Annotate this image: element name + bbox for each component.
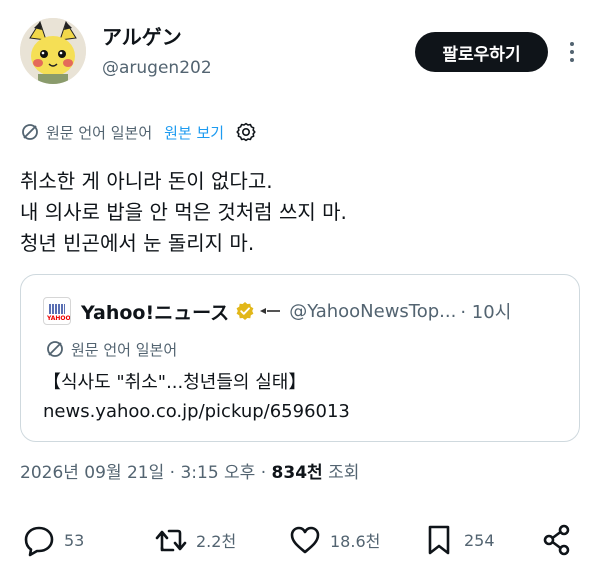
avatar[interactable] (20, 18, 86, 84)
action-bar: 53 2.2천 18.6천 254 (20, 520, 580, 560)
like-count: 18.6천 (330, 532, 381, 551)
affiliate-badge-icon (260, 308, 281, 314)
quote-link[interactable]: news.yahoo.co.jp/pickup/6596013 (43, 399, 350, 425)
heart-icon (290, 526, 320, 554)
user-handle[interactable]: @arugen202 (102, 56, 212, 80)
quote-author-name[interactable]: Yahoo!ニュース (81, 298, 229, 325)
verified-badge-icon (236, 302, 254, 320)
translation-row: 원문 언어 일본어 원본 보기 (20, 119, 258, 145)
translate-icon (47, 341, 63, 357)
quote-header: YAHOO! Yahoo!ニュース @YahooNewsTop... · 10시 (43, 297, 511, 325)
user-name-block: アルゲン @arugen202 (102, 24, 212, 80)
quote-tweet-card[interactable]: YAHOO! Yahoo!ニュース @YahooNewsTop... · 10시… (20, 274, 580, 442)
views-count: 834천 (271, 463, 323, 483)
quote-translation-label: 원문 언어 일본어 (71, 340, 178, 359)
translation-label: 원문 언어 일본어 (46, 123, 153, 142)
gear-icon[interactable] (234, 120, 258, 144)
views-label: 조회 (322, 463, 360, 483)
tweet-line: 청년 빈곤에서 눈 돌리지 마. (20, 231, 255, 255)
follow-button[interactable]: 팔로우하기 (415, 32, 548, 72)
like-button[interactable]: 18.6천 (288, 520, 380, 560)
quote-translation-row: 원문 언어 일본어 (45, 337, 177, 361)
retweet-count: 2.2천 (196, 532, 237, 551)
quote-headline: 【식사도 "취소"...청년들의 실태】 (43, 372, 307, 393)
tweet-timestamp[interactable]: 2026년 09월 21일 · 3:15 오후 · (20, 463, 272, 483)
share-icon (543, 524, 570, 556)
more-icon[interactable] (564, 36, 580, 68)
quote-timestamp[interactable]: · 10시 (460, 298, 511, 324)
reply-count: 53 (64, 530, 85, 550)
translate-icon (22, 124, 38, 140)
reply-icon (24, 526, 54, 557)
display-name[interactable]: アルゲン (102, 24, 212, 50)
bookmark-icon (428, 525, 450, 555)
tweet-line: 취소한 게 아니라 돈이 없다고. (20, 169, 273, 193)
retweet-button[interactable]: 2.2천 (154, 520, 236, 560)
show-original-link[interactable]: 원본 보기 (164, 122, 224, 143)
bookmark-count: 254 (464, 530, 495, 550)
reply-button[interactable]: 53 (22, 520, 84, 560)
tweet-text: 취소한 게 아니라 돈이 없다고. 내 의사로 밥을 안 먹은 것처럼 쓰지 마… (20, 166, 580, 259)
quote-author-handle[interactable]: @YahooNewsTop... (289, 301, 456, 322)
yahoo-news-logo-icon: YAHOO! (43, 297, 71, 325)
tweet-header: アルゲン @arugen202 팔로우하기 (20, 18, 580, 88)
pichu-avatar-icon (20, 18, 86, 84)
tweet-line: 내 의사로 밥을 안 먹은 것처럼 쓰지 마. (20, 200, 347, 224)
tweet-meta: 2026년 09월 21일 · 3:15 오후 · 834천 조회 (20, 460, 359, 486)
bookmark-button[interactable]: 254 (422, 520, 495, 560)
retweet-icon (155, 529, 187, 552)
share-button[interactable] (540, 520, 574, 560)
